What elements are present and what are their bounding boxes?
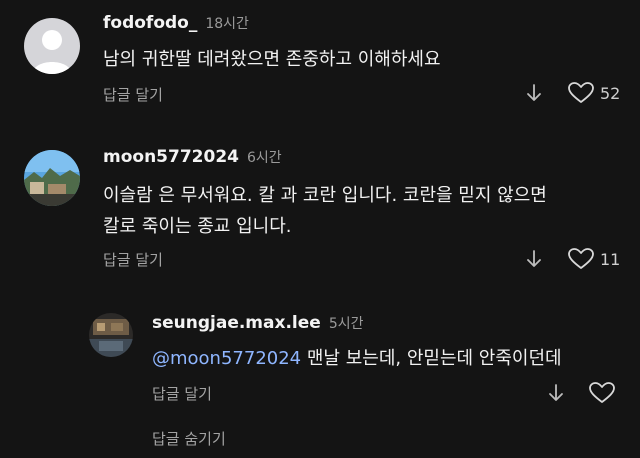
- timestamp: 5시간: [328, 316, 364, 332]
- person-icon: [32, 30, 72, 74]
- username[interactable]: seungjae.max.lee 5시간: [152, 313, 363, 333]
- like-count: 52: [600, 84, 621, 103]
- avatar-photo[interactable]: [24, 150, 80, 206]
- comment-text: @moon5772024 맨날 보는데, 안믿는데 안죽이던데: [152, 343, 562, 374]
- heart-icon[interactable]: [589, 382, 615, 408]
- hide-replies-button[interactable]: 답글 숨기기: [152, 428, 226, 449]
- dislike-icon[interactable]: [525, 83, 543, 107]
- username-label[interactable]: moon5772024: [103, 147, 239, 167]
- username[interactable]: moon5772024 6시간: [103, 147, 282, 167]
- landscape-photo-icon: [24, 150, 80, 206]
- dislike-icon[interactable]: [547, 383, 565, 407]
- reply-button[interactable]: 답글 달기: [152, 383, 212, 404]
- mention-link[interactable]: @moon5772024: [152, 348, 301, 369]
- avatar-photo[interactable]: [89, 313, 133, 357]
- username-label[interactable]: seungjae.max.lee: [152, 313, 321, 333]
- heart-icon[interactable]: [568, 248, 594, 274]
- comment-text: 남의 귀한딸 데려왔으면 존중하고 이해하세요: [103, 49, 441, 70]
- interior-photo-icon: [89, 313, 133, 357]
- reply-text: 맨날 보는데, 안믿는데 안죽이던데: [301, 348, 562, 369]
- username[interactable]: fodofodo_ 18시간: [103, 13, 249, 33]
- heart-icon[interactable]: [568, 82, 594, 108]
- reply-button[interactable]: 답글 달기: [103, 84, 163, 105]
- dislike-icon[interactable]: [525, 249, 543, 273]
- like-count: 11: [600, 250, 621, 269]
- timestamp: 18시간: [205, 16, 249, 32]
- avatar-default[interactable]: [24, 18, 80, 74]
- username-label[interactable]: fodofodo_: [103, 13, 197, 33]
- reply-button[interactable]: 답글 달기: [103, 249, 163, 270]
- timestamp: 6시간: [246, 150, 282, 166]
- comment-text: 이슬람 은 무서워요. 칼 과 코란 입니다. 코란을 믿지 않으면 칼로 죽이…: [103, 185, 547, 237]
